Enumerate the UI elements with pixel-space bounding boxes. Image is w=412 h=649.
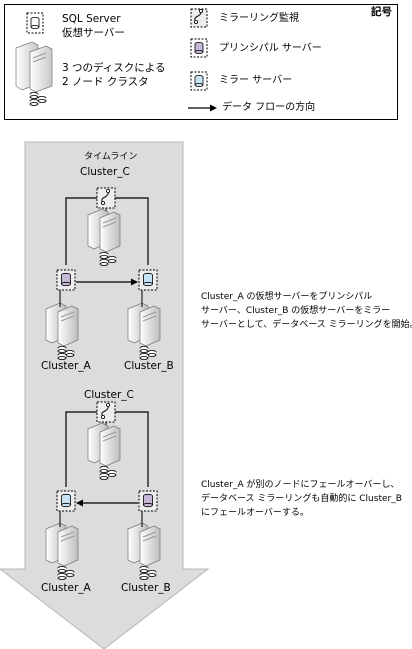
cluster-c-label: Cluster_C — [84, 389, 134, 401]
mirror-db-icon — [56, 490, 76, 512]
note2-line1: Cluster_A が別のノードにフェールオーバーし、 — [201, 480, 400, 490]
cluster-b-label: Cluster_B — [124, 360, 174, 372]
cluster-icon — [15, 41, 53, 106]
mirror-db-icon — [138, 269, 158, 291]
legend-witness-label: ミラーリング監視 — [219, 13, 299, 24]
principal-db-icon — [190, 38, 208, 58]
note1-line1: Cluster_A の仮想サーバーをプリンシパル — [201, 292, 373, 302]
note1-line2: サーバー、Cluster_B の仮想サーバーをミラー — [201, 306, 391, 316]
legend-principal-label: プリンシパル サーバー — [219, 43, 322, 54]
legend-virtual-server-label: 仮想サーバー — [62, 27, 125, 39]
witness-icon — [96, 187, 116, 209]
note1-line3: サーバーとして、データベース ミラーリングを開始。 — [201, 320, 412, 330]
legend-cluster-label-2: 2 ノード クラスタ — [62, 76, 149, 88]
cluster-a-label: Cluster_A — [41, 360, 91, 372]
timeline-label: タイムライン — [84, 152, 138, 162]
principal-db-icon — [138, 490, 158, 512]
cluster-c-label: Cluster_C — [80, 166, 130, 178]
cluster-a-label: Cluster_A — [41, 582, 91, 594]
legend-mirror-label: ミラー サーバー — [219, 75, 293, 86]
legend-data-flow-label: データ フローの方向 — [222, 102, 316, 113]
sql-server-icon — [26, 12, 44, 34]
legend-sql-server-label: SQL Server — [62, 13, 121, 25]
cluster-b-label: Cluster_B — [121, 582, 171, 594]
note2-line2: データベース ミラーリングも自動的に Cluster_B — [201, 494, 402, 504]
note2-line3: にフェールオーバーする。 — [201, 508, 309, 518]
witness-icon — [96, 401, 116, 423]
witness-icon — [190, 8, 208, 28]
data-flow-arrow-icon — [188, 104, 217, 112]
principal-db-icon — [56, 269, 76, 291]
mirror-db-icon — [190, 71, 208, 91]
legend-cluster-label-1: 3 つのディスクによる — [62, 62, 166, 74]
timeline-diagram — [0, 141, 210, 649]
